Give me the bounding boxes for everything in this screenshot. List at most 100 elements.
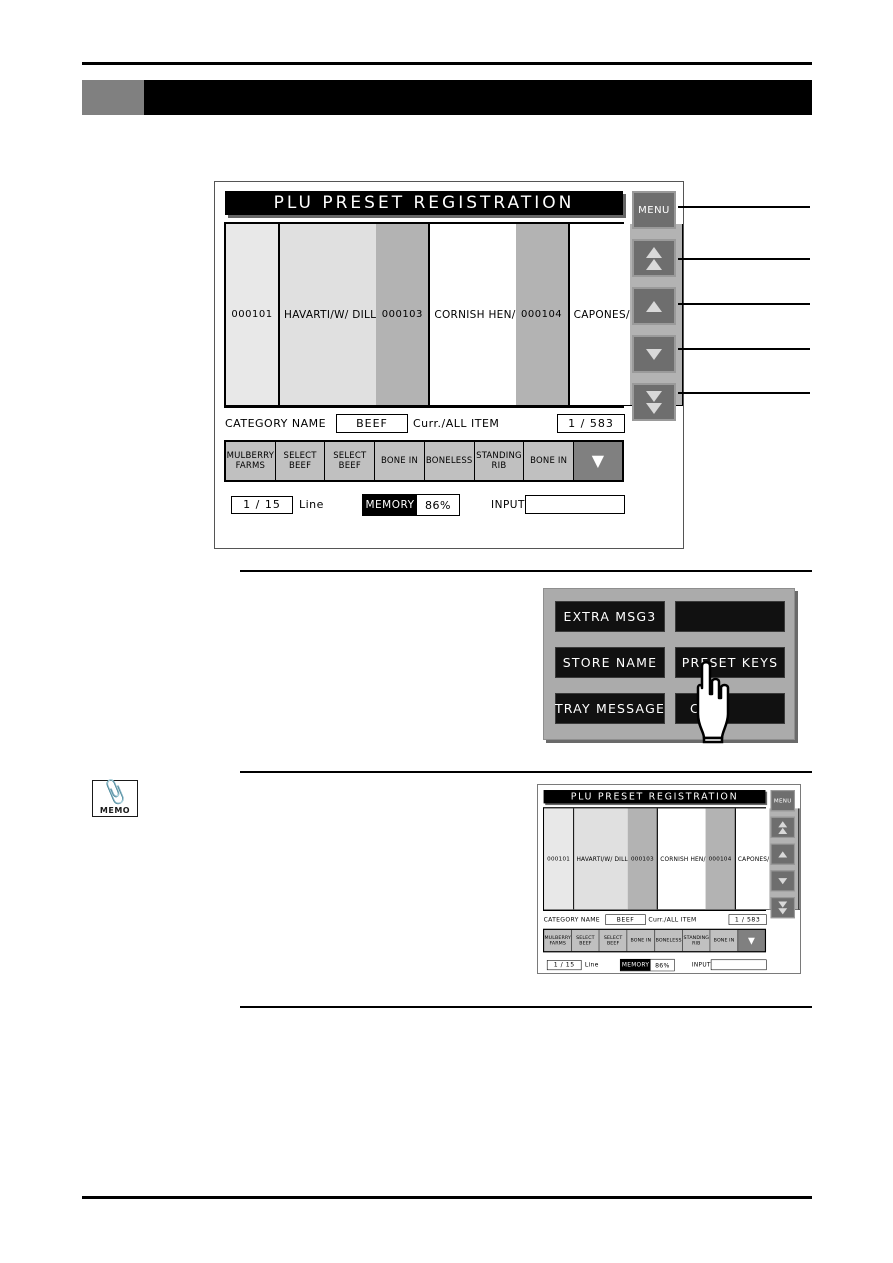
plu-name[interactable]: CORNISH HEN/ xyxy=(430,224,515,405)
preset-keys-popup-panel: EXTRA MSG3 STORE NAME PRESET KEYS TRAY M… xyxy=(543,588,795,740)
header-rule xyxy=(82,62,812,65)
category-tab-0[interactable]: MULBERRY FARMS xyxy=(226,442,276,480)
curr-all-item-label: Curr./ALL ITEM xyxy=(413,417,500,430)
side-hard-keys: MENU xyxy=(632,191,676,521)
plu-row[interactable]: 000104 CAPONES/ xyxy=(705,808,770,910)
category-tab-bar: MULBERRY FARMS SELECT BEEF SELECT BEEF B… xyxy=(224,440,624,482)
category-name-value[interactable]: BEEF xyxy=(605,914,646,925)
plu-row[interactable]: 000101 HAVARTI/W/ DILL xyxy=(544,808,628,910)
double-up-arrow-button[interactable] xyxy=(770,816,796,838)
callout-line-double-down xyxy=(678,392,810,394)
plu-preset-registration-screen-thumbnail: PLU PRESET REGISTRATION 000101 HAVARTI/W… xyxy=(537,784,801,974)
line-counter-value: 1 / 15 xyxy=(546,960,582,971)
plu-code[interactable]: 000103 xyxy=(376,224,431,405)
plu-name[interactable]: DUCK/ xyxy=(799,808,800,909)
side-hard-keys: MENU xyxy=(770,790,796,973)
double-up-arrow-button[interactable] xyxy=(632,239,676,277)
plu-name[interactable]: CAPONES/ xyxy=(736,808,770,909)
memory-value: 86% xyxy=(650,959,675,971)
plu-code[interactable]: 000103 xyxy=(627,808,659,910)
paperclip-icon: 📎 xyxy=(99,778,131,808)
menu-button[interactable]: MENU xyxy=(632,191,676,229)
category-tab-6[interactable]: BONE IN xyxy=(524,442,575,480)
up-arrow-icon xyxy=(646,300,662,312)
menu-button[interactable]: MENU xyxy=(770,790,796,812)
popup-button-preset-keys[interactable]: PRESET KEYS xyxy=(675,647,785,678)
memory-value: 86% xyxy=(417,495,459,515)
category-tab-4[interactable]: BONELESS xyxy=(424,442,475,480)
memo-label: MEMO xyxy=(99,806,131,815)
memo-icon: 📎 MEMO xyxy=(92,778,138,817)
plu-name[interactable]: HAVARTI/W/ DILL xyxy=(280,224,377,405)
curr-all-item-label: Curr./ALL ITEM xyxy=(648,916,697,924)
memory-label: MEMORY xyxy=(363,495,417,515)
meta-row: CATEGORY NAME BEEF Curr./ALL ITEM 1 / 58… xyxy=(225,414,625,434)
popup-button-partially-hidden[interactable]: C xyxy=(675,693,785,724)
section-separator-3 xyxy=(240,1006,812,1008)
double-down-arrow-button[interactable] xyxy=(770,897,796,919)
callout-line-up xyxy=(678,303,810,305)
category-tab-1[interactable]: SELECT BEEF xyxy=(571,929,600,952)
plu-name[interactable]: CAPONES/ xyxy=(570,224,630,405)
plu-code[interactable]: 000101 xyxy=(226,224,280,405)
plu-item-grid: 000101 HAVARTI/W/ DILL 000103 CORNISH HE… xyxy=(224,222,683,408)
category-name-value[interactable]: BEEF xyxy=(336,414,408,433)
memory-indicator: MEMORY 86% xyxy=(362,494,460,516)
category-tab-next-icon[interactable]: ▼ xyxy=(574,442,623,480)
up-arrow-button[interactable] xyxy=(632,287,676,325)
callout-line-double-up xyxy=(678,258,810,260)
category-name-label: CATEGORY NAME xyxy=(225,417,327,430)
header-black-bar xyxy=(82,80,812,115)
category-tab-3[interactable]: BONE IN xyxy=(627,929,656,952)
plu-row[interactable]: 000103 CORNISH HEN/ xyxy=(627,808,706,910)
category-name-label: CATEGORY NAME xyxy=(543,916,600,924)
plu-code[interactable]: 000104 xyxy=(705,808,736,910)
footer-rule xyxy=(82,1196,812,1199)
meta-row: CATEGORY NAME BEEF Curr./ALL ITEM 1 / 58… xyxy=(544,914,767,925)
screen-title: PLU PRESET REGISTRATION xyxy=(225,191,623,215)
header-chapter-tab xyxy=(82,80,144,115)
plu-name[interactable]: CORNISH HEN/ xyxy=(658,808,706,909)
plu-code[interactable]: 000101 xyxy=(544,808,575,910)
up-arrow-button[interactable] xyxy=(770,843,796,865)
category-tab-next-icon[interactable]: ▼ xyxy=(738,929,765,952)
category-tab-5[interactable]: STANDING RIB xyxy=(682,929,711,952)
down-arrow-icon xyxy=(778,877,788,884)
popup-button-tray-message[interactable]: TRAY MESSAGE xyxy=(555,693,665,724)
memory-label: MEMORY xyxy=(620,959,651,971)
input-label: INPUT xyxy=(691,961,711,969)
line-counter-value: 1 / 15 xyxy=(231,496,293,514)
plu-row[interactable]: 000103 CORNISH HEN/ xyxy=(376,224,516,406)
input-field[interactable] xyxy=(525,495,625,514)
curr-all-item-value: 1 / 583 xyxy=(728,914,767,925)
plu-code[interactable]: 000104 xyxy=(515,224,570,405)
category-tab-5[interactable]: STANDING RIB xyxy=(474,442,525,480)
callout-line-menu xyxy=(678,206,810,208)
plu-item-grid: 000101 HAVARTI/W/ DILL 000103 CORNISH HE… xyxy=(543,807,800,911)
down-arrow-button[interactable] xyxy=(770,870,796,892)
category-tab-4[interactable]: BONELESS xyxy=(655,929,683,952)
status-bar: 1 / 15 Line MEMORY 86% INPUT xyxy=(225,494,625,518)
input-label: INPUT xyxy=(491,499,525,511)
category-tab-0[interactable]: MULBERRY FARMS xyxy=(544,929,572,952)
category-tab-2[interactable]: SELECT BEEF xyxy=(325,442,376,480)
popup-button-extra-msg3[interactable]: EXTRA MSG3 xyxy=(555,601,665,632)
category-tab-bar: MULBERRY FARMS SELECT BEEF SELECT BEEF B… xyxy=(543,928,767,953)
input-field[interactable] xyxy=(710,959,767,971)
category-tab-3[interactable]: BONE IN xyxy=(375,442,425,480)
plu-row[interactable]: 000101 HAVARTI/W/ DILL xyxy=(226,224,377,406)
category-tab-1[interactable]: SELECT BEEF xyxy=(275,442,326,480)
popup-button-empty[interactable] xyxy=(675,601,785,632)
double-down-arrow-icon xyxy=(778,901,788,915)
plu-row[interactable]: 000104 CAPONES/ xyxy=(515,224,630,406)
lcd-content-thumb: PLU PRESET REGISTRATION 000101 HAVARTI/W… xyxy=(538,785,800,973)
category-tab-2[interactable]: SELECT BEEF xyxy=(599,929,628,952)
double-down-arrow-button[interactable] xyxy=(632,383,676,421)
plu-name[interactable]: HAVARTI/W/ DILL xyxy=(574,808,628,910)
category-tab-6[interactable]: BONE IN xyxy=(710,929,739,952)
double-up-arrow-icon xyxy=(778,820,788,834)
line-counter-label: Line xyxy=(299,498,324,511)
line-counter-label: Line xyxy=(584,961,599,969)
down-arrow-button[interactable] xyxy=(632,335,676,373)
popup-button-store-name[interactable]: STORE NAME xyxy=(555,647,665,678)
